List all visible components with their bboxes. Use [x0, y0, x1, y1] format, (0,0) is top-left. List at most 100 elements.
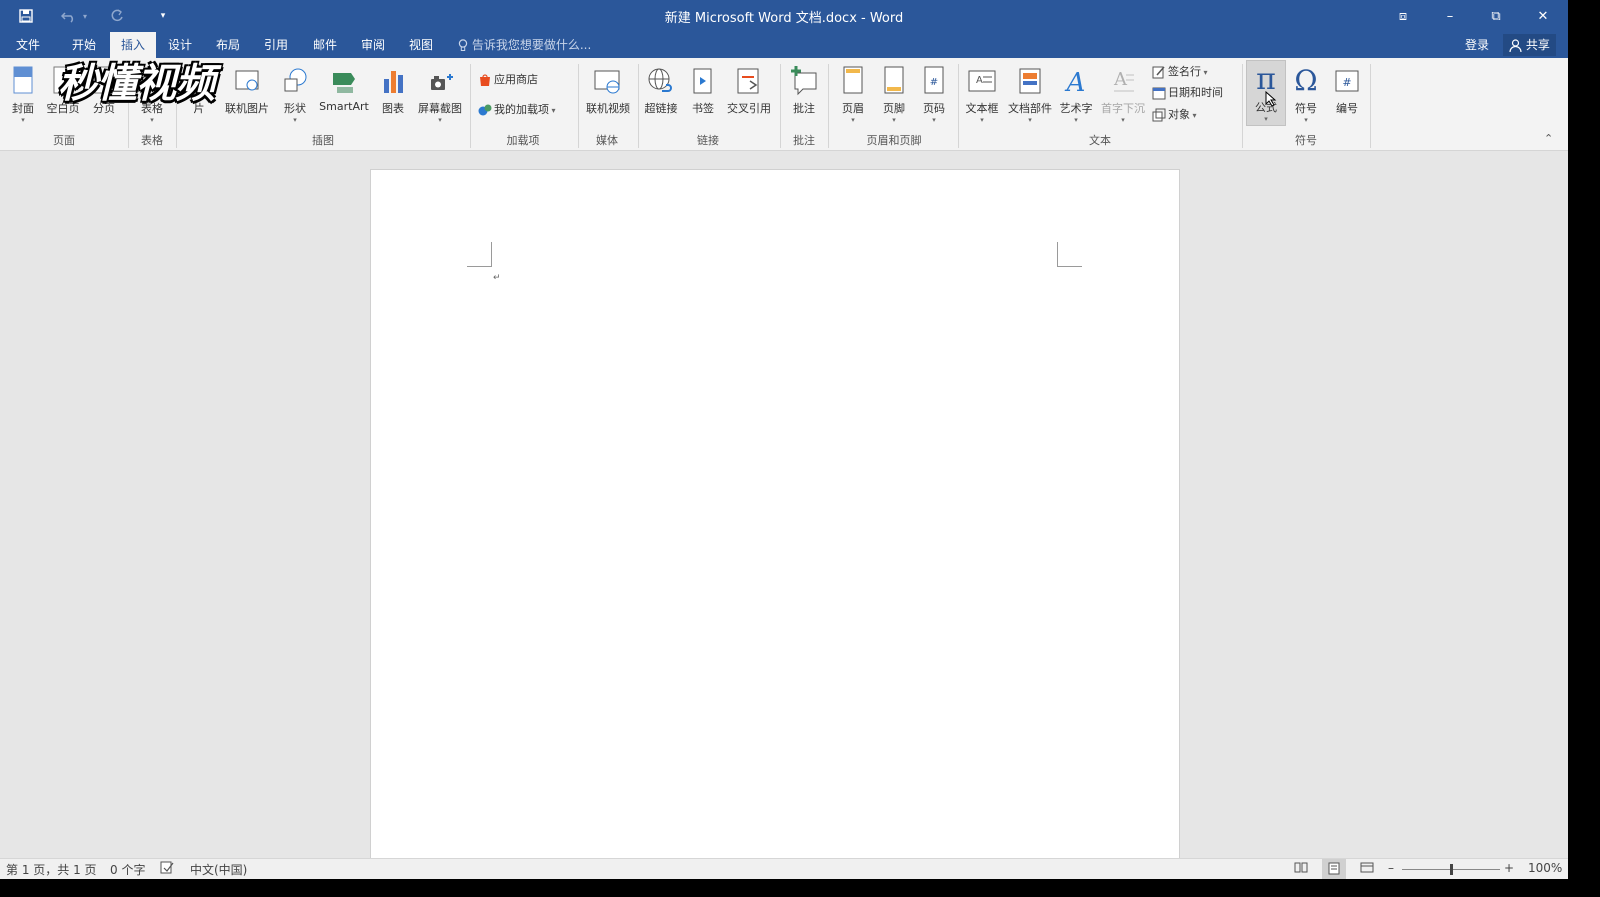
- page-number-button[interactable]: # 页码 ▾: [917, 62, 951, 124]
- online-video-button[interactable]: 联机视频: [582, 62, 634, 124]
- symbol-button[interactable]: Ω 符号 ▾: [1288, 62, 1324, 124]
- pictures-button[interactable]: 片: [184, 62, 214, 124]
- page-break-button[interactable]: 分页: [88, 62, 120, 124]
- zoom-level[interactable]: 100%: [1528, 861, 1562, 875]
- online-picture-icon: [235, 70, 259, 91]
- hyperlink-button[interactable]: 超链接: [640, 62, 682, 124]
- proofing-icon[interactable]: [160, 861, 174, 877]
- group-separator: [128, 64, 129, 148]
- table-icon: [140, 70, 164, 92]
- tell-me-search[interactable]: 告诉我您想要做什么...: [458, 32, 591, 58]
- wordart-icon: A: [1065, 68, 1086, 98]
- drop-cap-button[interactable]: A 首字下沉 ▾: [1098, 62, 1148, 124]
- cover-page-button[interactable]: 封面 ▾: [6, 62, 40, 124]
- office-store-button[interactable]: 应用商店: [478, 70, 538, 90]
- tab-file[interactable]: 文件: [6, 32, 50, 58]
- cross-reference-button[interactable]: 交叉引用: [722, 62, 776, 124]
- restore-button[interactable]: ⧉: [1473, 0, 1519, 32]
- table-button[interactable]: 表格 ▾: [134, 62, 170, 124]
- group-label-symbols: 符号: [1295, 134, 1317, 147]
- zoom-slider-thumb[interactable]: [1450, 864, 1453, 875]
- shapes-icon: [284, 68, 307, 92]
- tab-layout[interactable]: 布局: [206, 32, 250, 58]
- svg-text:#: #: [1342, 76, 1351, 89]
- object-button[interactable]: 对象 ▾: [1152, 105, 1197, 125]
- group-label-text: 文本: [1089, 134, 1111, 147]
- header-button[interactable]: 页眉 ▾: [836, 62, 870, 124]
- ribbon-display-options-icon[interactable]: ⧈: [1380, 0, 1426, 32]
- paragraph-mark: ↵: [493, 273, 501, 283]
- bookmark-button[interactable]: 书签: [688, 62, 718, 124]
- date-time-button[interactable]: 日期和时间: [1152, 83, 1223, 103]
- comment-button[interactable]: 批注: [786, 62, 822, 124]
- person-icon: [1509, 39, 1522, 53]
- header-icon: [843, 66, 863, 94]
- group-separator: [578, 64, 579, 148]
- zoom-in-button[interactable]: +: [1504, 861, 1514, 875]
- read-mode-icon[interactable]: [1294, 861, 1308, 877]
- tab-insert[interactable]: 插入: [110, 32, 156, 58]
- group-label-links: 链接: [697, 134, 719, 147]
- blank-page-button[interactable]: 空白页: [44, 62, 82, 124]
- language[interactable]: 中文(中国): [190, 861, 247, 878]
- svg-text:A: A: [1113, 69, 1128, 90]
- number-icon: #: [1335, 70, 1359, 92]
- online-video-icon: [594, 70, 620, 94]
- cover-page-icon: [13, 66, 33, 94]
- minimize-button[interactable]: –: [1427, 0, 1473, 32]
- quick-parts-button[interactable]: 文档部件 ▾: [1005, 62, 1055, 124]
- svg-text:A: A: [976, 75, 983, 86]
- document-page[interactable]: ↵: [370, 169, 1180, 871]
- footer-button[interactable]: 页脚 ▾: [877, 62, 911, 124]
- signature-line-button[interactable]: 签名行 ▾: [1152, 62, 1208, 82]
- chart-button[interactable]: 图表: [378, 62, 408, 124]
- hyperlink-icon: [648, 68, 672, 92]
- word-count[interactable]: 0 个字: [110, 861, 145, 878]
- drop-cap-icon: A: [1113, 69, 1134, 92]
- insert-ribbon: 封面 ▾ 空白页 分页 页面 表格 ▾ 表格 片 联机图片 形状 ▾ Smart…: [0, 58, 1568, 151]
- group-separator: [1242, 64, 1243, 148]
- sign-in-link[interactable]: 登录: [1465, 32, 1489, 58]
- group-separator: [638, 64, 639, 148]
- collapse-ribbon-icon[interactable]: ⌃: [1544, 132, 1553, 145]
- status-bar: 第 1 页，共 1 页 0 个字 中文(中国) – + 100%: [0, 858, 1568, 880]
- smartart-button[interactable]: SmartArt: [315, 62, 373, 124]
- office-store-label: 应用商店: [494, 73, 538, 86]
- group-label-tables: 表格: [141, 134, 163, 147]
- tab-mailings[interactable]: 邮件: [303, 32, 347, 58]
- group-label-media: 媒体: [596, 134, 618, 147]
- tab-design[interactable]: 设计: [158, 32, 202, 58]
- tab-view[interactable]: 视图: [399, 32, 443, 58]
- wordart-button[interactable]: A 艺术字 ▾: [1057, 62, 1095, 124]
- share-button[interactable]: 共享: [1503, 34, 1556, 56]
- chart-icon: [384, 71, 403, 93]
- document-title: 新建 Microsoft Word 文档.docx - Word: [664, 11, 904, 26]
- group-label-header-footer: 页眉和页脚: [866, 134, 922, 147]
- shapes-button[interactable]: 形状 ▾: [280, 62, 310, 124]
- group-label-illustrations: 插图: [312, 134, 334, 147]
- close-button[interactable]: ✕: [1520, 0, 1566, 32]
- picture-icon: [187, 70, 211, 90]
- footer-icon: [884, 66, 904, 94]
- store-icon: [480, 74, 490, 86]
- page-count[interactable]: 第 1 页，共 1 页: [6, 861, 97, 878]
- tell-me-placeholder: 告诉我您想要做什么...: [471, 38, 592, 52]
- screenshot-button[interactable]: 屏幕截图 ▾: [414, 62, 466, 124]
- svg-text:A: A: [1065, 68, 1086, 98]
- margin-corner-mark: [1057, 242, 1082, 267]
- document-area[interactable]: ↵: [0, 151, 1568, 871]
- print-layout-icon[interactable]: [1322, 859, 1346, 879]
- tab-home[interactable]: 开始: [62, 32, 106, 58]
- page-number-icon: #: [924, 66, 944, 94]
- date-time-label: 日期和时间: [1168, 86, 1223, 99]
- my-addins-button[interactable]: 我的加载项 ▾: [478, 100, 556, 120]
- tab-references[interactable]: 引用: [254, 32, 298, 58]
- online-pictures-button[interactable]: 联机图片: [222, 62, 272, 124]
- web-layout-icon[interactable]: [1360, 861, 1374, 877]
- number-button[interactable]: # 编号: [1329, 62, 1365, 124]
- ribbon-tabs: 文件 开始 插入 设计 布局 引用 邮件 审阅 视图 告诉我您想要做什么... …: [0, 32, 1568, 58]
- tab-review[interactable]: 审阅: [351, 32, 395, 58]
- zoom-slider-track[interactable]: [1402, 864, 1500, 875]
- text-box-button[interactable]: A 文本框 ▾: [962, 62, 1002, 124]
- zoom-out-button[interactable]: –: [1388, 861, 1394, 875]
